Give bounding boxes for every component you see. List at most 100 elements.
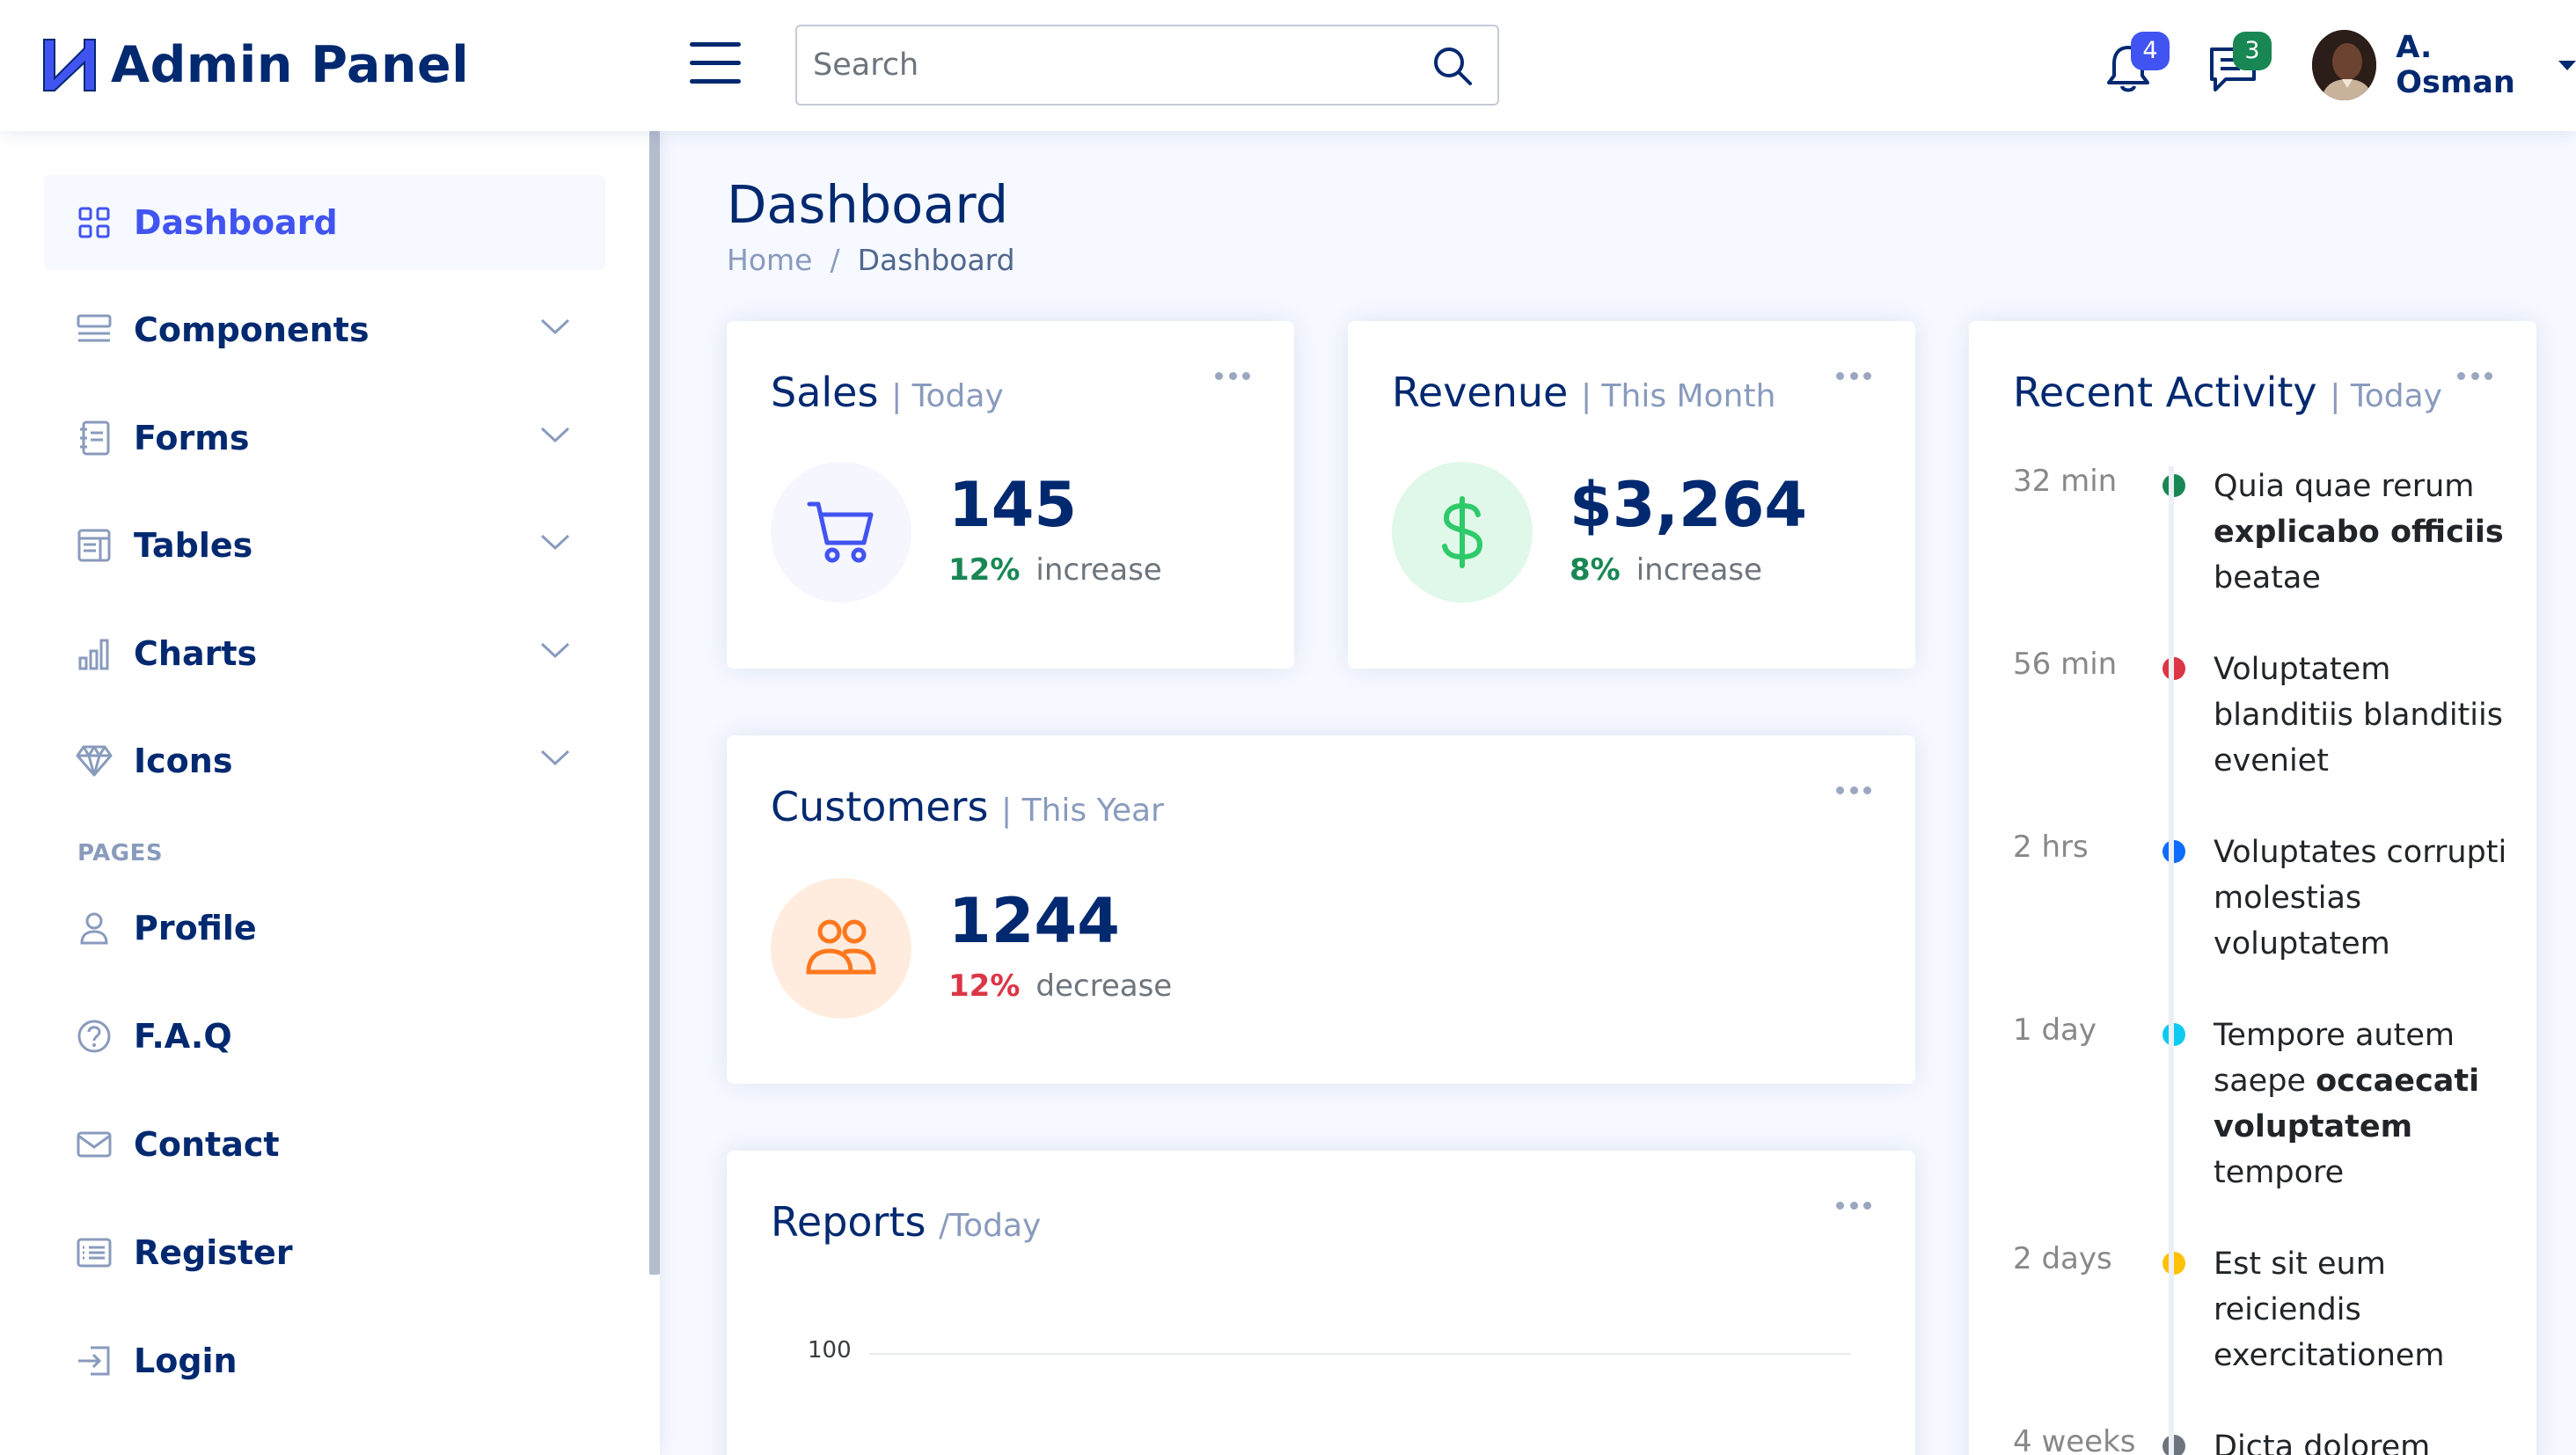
search-bar <box>795 25 1499 106</box>
three-dots-icon <box>1836 1202 1844 1210</box>
sidebar-heading-pages: PAGES <box>77 840 164 866</box>
activity-text: Voluptatem blanditiis blanditiis eveniet <box>2214 647 2513 784</box>
search-icon[interactable] <box>1431 44 1475 88</box>
card-options-button[interactable] <box>1836 372 1871 384</box>
people-icon-circle <box>771 878 911 1019</box>
sidebar-item-components[interactable]: Components <box>44 282 605 377</box>
messages-button[interactable]: 3 <box>2201 32 2272 99</box>
profile-dropdown[interactable]: A. Osman <box>2312 25 2576 106</box>
sidebar-item-register[interactable]: Register <box>44 1205 605 1300</box>
sidebar-item-login[interactable]: Login <box>44 1313 605 1408</box>
three-dots-icon <box>2457 372 2465 380</box>
grid-icon <box>76 204 113 241</box>
brand-logo[interactable]: Admin Panel <box>40 33 469 97</box>
activity-time: 4 weeks <box>2013 1424 2136 1455</box>
avatar <box>2312 30 2377 100</box>
sidebar-item-forms[interactable]: Forms <box>44 391 605 486</box>
card-title: Reports <box>771 1198 926 1246</box>
customers-card: Customers | This Year 1244 12% decrease <box>727 735 1915 1084</box>
notifications-count-badge: 4 <box>2131 32 2170 70</box>
sidebar-item-label: Login <box>134 1342 238 1380</box>
box-arrow-in-right-icon <box>76 1342 113 1379</box>
customers-value: 1244 <box>948 885 1120 957</box>
activity-text: Dicta dolorem <box>2214 1424 2513 1455</box>
card-filter-label: | Today <box>2330 378 2442 414</box>
activity-text-part: Quia quae rerum <box>2214 469 2475 504</box>
cart-icon <box>807 501 874 563</box>
brand-name: Admin Panel <box>111 36 470 94</box>
card-filter-label: | Today <box>891 378 1004 414</box>
sidebar-item-label: Contact <box>134 1125 280 1164</box>
activity-text: Quia quae rerum explicabo officiis beata… <box>2214 464 2513 601</box>
activity-text-part: Voluptatem blanditiis blanditiis eveniet <box>2214 652 2503 779</box>
page-title: Dashboard <box>727 174 1009 235</box>
sidebar: Dashboard Components Forms Tables Charts <box>0 131 660 1455</box>
card-filter-label: | This Month <box>1580 378 1776 414</box>
sidebar-item-contact[interactable]: Contact <box>44 1097 605 1192</box>
sidebar-item-label: Charts <box>134 634 258 673</box>
activity-time: 2 days <box>2013 1241 2112 1276</box>
sidebar-item-label: Tables <box>134 526 253 565</box>
activity-time: 1 day <box>2013 1013 2097 1048</box>
reports-chart: 100 <box>808 1337 1881 1390</box>
sidebar-item-tables[interactable]: Tables <box>44 498 605 593</box>
chevron-down-icon <box>540 318 570 335</box>
card-options-button[interactable] <box>2457 372 2492 384</box>
card-filter-label: /Today <box>939 1208 1042 1244</box>
timeline-line <box>2169 466 2174 1455</box>
sidebar-item-label: Components <box>134 311 370 349</box>
three-dots-icon <box>1836 372 1844 380</box>
dollar-icon-circle <box>1392 462 1533 603</box>
top-header: Admin Panel 4 3 <box>0 0 2576 131</box>
caret-down-icon <box>2558 60 2576 70</box>
revenue-change-word: increase <box>1636 552 1763 588</box>
breadcrumb-home-link[interactable]: Home <box>727 243 812 277</box>
sidebar-item-dashboard[interactable]: Dashboard <box>44 175 605 270</box>
profile-name: A. Osman <box>2396 30 2515 100</box>
breadcrumb: Home / Dashboard <box>727 243 1015 277</box>
sidebar-item-charts[interactable]: Charts <box>44 606 605 701</box>
sidebar-item-label: Forms <box>134 419 250 457</box>
card-title: Customers <box>771 783 989 830</box>
sidebar-item-label: Profile <box>134 909 257 947</box>
sidebar-item-label: Dashboard <box>134 203 338 242</box>
layout-text-window-icon <box>76 527 113 564</box>
activity-dot-icon <box>2163 657 2185 680</box>
currency-dollar-icon <box>1442 496 1483 568</box>
card-options-button[interactable] <box>1215 372 1250 384</box>
person-icon <box>76 910 113 947</box>
user-photo-icon <box>2312 30 2377 100</box>
customers-change-word: decrease <box>1036 969 1173 1004</box>
activity-text-part: Dicta dolorem <box>2214 1429 2431 1455</box>
card-filter-label: | This Year <box>1001 793 1164 829</box>
card-options-button[interactable] <box>1836 1202 1871 1214</box>
revenue-card: Revenue | This Month $3,264 8% increase <box>1348 321 1915 669</box>
sidebar-item-icons[interactable]: Icons <box>44 713 605 808</box>
card-title: Recent Activity <box>2013 369 2317 416</box>
activity-text-part: Voluptates corrupti molestias voluptatem <box>2214 835 2507 961</box>
activity-time: 2 hrs <box>2013 830 2089 865</box>
sidebar-item-label: Register <box>134 1233 293 1272</box>
people-icon <box>806 919 876 975</box>
messages-count-badge: 3 <box>2233 32 2272 70</box>
three-dots-icon <box>1215 372 1223 380</box>
chevron-down-icon <box>540 427 570 443</box>
sidebar-toggle-button[interactable] <box>690 42 741 90</box>
card-title: Sales <box>771 369 879 416</box>
sidebar-item-profile[interactable]: Profile <box>44 881 605 976</box>
activity-time: 32 min <box>2013 464 2118 499</box>
breadcrumb-separator: / <box>830 243 840 277</box>
sidebar-scrollbar[interactable] <box>649 131 660 1275</box>
activity-text: Est sit eum reiciendis exercitationem <box>2214 1241 2513 1378</box>
search-input[interactable] <box>813 39 1411 91</box>
activity-dot-icon <box>2163 1435 2185 1455</box>
y-tick-label: 100 <box>808 1337 852 1364</box>
card-title: Revenue <box>1392 369 1569 416</box>
sales-value: 145 <box>948 469 1078 541</box>
notifications-button[interactable]: 4 <box>2099 32 2170 99</box>
card-options-button[interactable] <box>1836 786 1871 799</box>
breadcrumb-current: Dashboard <box>857 243 1015 277</box>
activity-dot-icon <box>2163 840 2185 863</box>
sidebar-item-faq[interactable]: F.A.Q <box>44 989 605 1084</box>
customers-change-pct: 12% <box>948 969 1021 1004</box>
